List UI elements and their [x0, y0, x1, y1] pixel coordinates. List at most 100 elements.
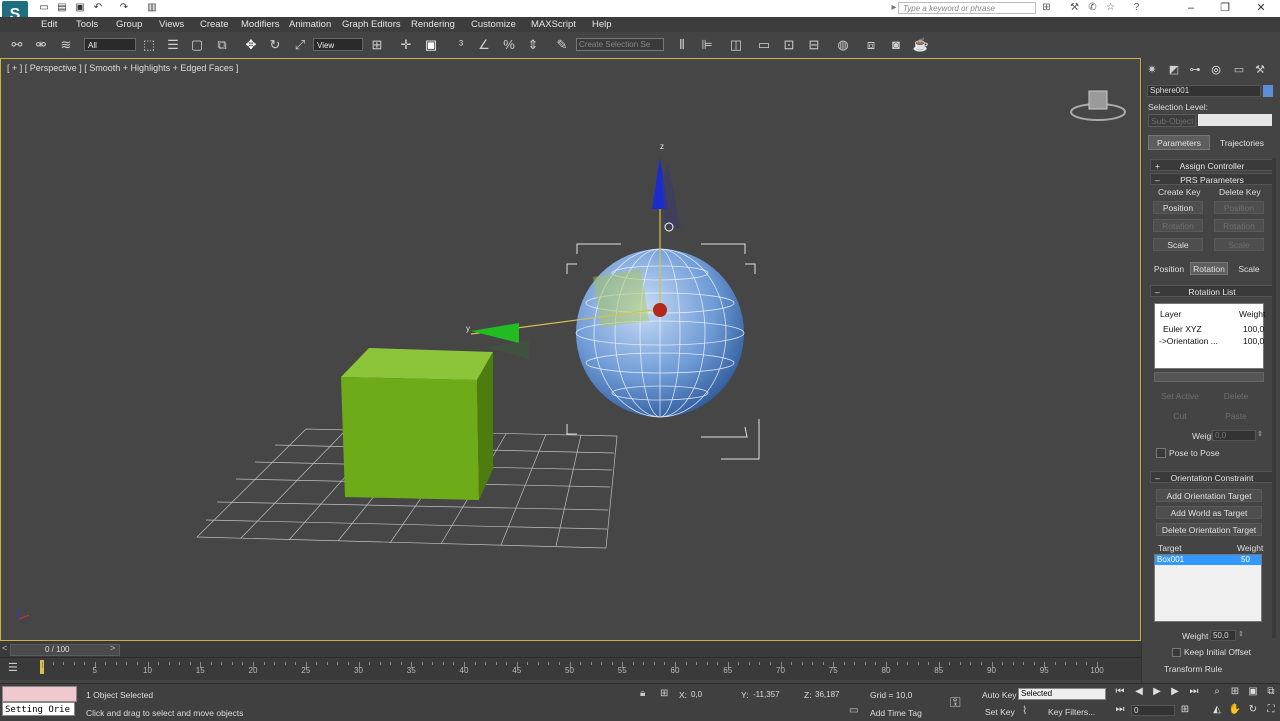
delete-scale-key-button[interactable]: Scale	[1214, 238, 1264, 251]
unlink-icon[interactable]: ⚮	[32, 36, 50, 54]
undo-icon[interactable]: ↶	[92, 2, 104, 14]
maxscript-listener-top[interactable]	[2, 686, 77, 702]
select-and-rotate-icon[interactable]: ↻	[266, 36, 284, 54]
weight-spinner[interactable]: 0,0	[1212, 430, 1256, 441]
keep-initial-offset-checkbox[interactable]	[1172, 648, 1181, 657]
modify-tab-icon[interactable]: ◩	[1166, 63, 1182, 77]
auto-key-button[interactable]: Auto Key	[982, 690, 1017, 700]
time-slider-bar[interactable]: < 0 / 100 >	[0, 641, 1141, 657]
prs-parameters-rollout[interactable]: – PRS Parameters	[1150, 173, 1274, 185]
favorites-star-icon[interactable]: ☆	[1104, 2, 1117, 14]
menu-modifiers[interactable]: Modifiers	[241, 17, 280, 32]
goto-end-icon[interactable]: ⏭	[1187, 686, 1201, 698]
menu-help[interactable]: Help	[592, 17, 612, 32]
zoom-all-icon[interactable]: ⊞	[1228, 686, 1242, 698]
angle-snap-icon[interactable]: ∠	[475, 36, 493, 54]
project-folder-icon[interactable]: ▥	[146, 2, 158, 14]
select-and-move-icon[interactable]: ✥	[242, 36, 260, 54]
zoom-extents-all-icon[interactable]: ⧉	[1264, 686, 1278, 698]
sub-object-track[interactable]	[1198, 114, 1272, 126]
sub-object-button[interactable]: Sub-Object	[1148, 114, 1196, 127]
menu-customize[interactable]: Customize	[471, 17, 516, 32]
prs-tab-rotation[interactable]: Rotation	[1190, 262, 1228, 275]
prs-tab-scale[interactable]: Scale	[1230, 262, 1268, 275]
list-item[interactable]: ->Orientation ...	[1159, 336, 1218, 346]
orientation-constraint-rollout[interactable]: – Orientation Constraint	[1150, 471, 1274, 483]
object-color-swatch[interactable]	[1263, 85, 1273, 97]
play-icon[interactable]: ▶	[1150, 686, 1164, 698]
delete-layer-button[interactable]: Delete	[1210, 389, 1262, 402]
render-setup-icon[interactable]: ⧈	[862, 36, 880, 54]
selection-lock-icon[interactable]: 🔒︎	[640, 688, 645, 699]
time-slider-next-icon[interactable]: >	[110, 643, 115, 653]
paste-button[interactable]: Paste	[1210, 409, 1262, 422]
create-scale-key-button[interactable]: Scale	[1153, 238, 1203, 251]
select-manipulate-icon[interactable]: ✛	[397, 36, 415, 54]
add-orientation-target-button[interactable]: Add Orientation Target	[1156, 489, 1262, 502]
target-list-box[interactable]: Box001 50	[1154, 554, 1262, 622]
rendered-frame-window-icon[interactable]: ◙	[887, 36, 905, 54]
help-icon[interactable]: ?	[1130, 2, 1143, 14]
new-file-icon[interactable]: ▭	[38, 2, 50, 14]
next-frame-icon[interactable]: ▶	[1168, 686, 1182, 698]
maximize-viewport-icon[interactable]: ⛶	[1264, 704, 1278, 716]
weight-spinner-arrows-icon[interactable]: ⇕	[1257, 430, 1263, 441]
curve-editor-icon[interactable]: ⊡	[780, 36, 798, 54]
tab-trajectories[interactable]: Trajectories	[1212, 135, 1272, 150]
time-tag-icon[interactable]: ▭	[849, 705, 858, 716]
reference-coordinate-select[interactable]: View	[313, 38, 363, 51]
named-selection-set-select[interactable]: Create Selection Se	[576, 38, 664, 51]
mirror-icon[interactable]: ⫴	[673, 36, 691, 54]
spinner-snap-icon[interactable]: ⇕	[524, 36, 542, 54]
rotation-list-box[interactable]: Layer Weight Euler XYZ 100,0 ->Orientati…	[1154, 303, 1265, 369]
rotation-list-rollout[interactable]: – Rotation List	[1150, 285, 1274, 297]
key-mode-select[interactable]: Selected	[1018, 688, 1106, 700]
communication-center-icon[interactable]: ✆	[1086, 2, 1099, 14]
prs-tab-position[interactable]: Position	[1150, 262, 1188, 275]
create-rotation-key-button[interactable]: Rotation	[1153, 219, 1203, 232]
search-input[interactable]: Type a keyword or phrase	[898, 2, 1036, 14]
menu-rendering[interactable]: Rendering	[411, 17, 455, 32]
target-weight-spinner[interactable]: 50,0	[1210, 630, 1236, 641]
restore-window-icon[interactable]: ❐	[1210, 1, 1240, 15]
delete-rotation-key-button[interactable]: Rotation	[1214, 219, 1264, 232]
align-icon[interactable]: ⊫	[698, 36, 716, 54]
perspective-viewport[interactable]: [ + ] [ Perspective ] [ Smooth + Highlig…	[0, 58, 1141, 641]
render-production-icon[interactable]: ☕	[912, 36, 930, 54]
delete-position-key-button[interactable]: Position	[1214, 201, 1264, 214]
key-mode-toggle-icon[interactable]: ⏭	[1113, 704, 1127, 716]
key-icon[interactable]: ⚿	[950, 694, 961, 711]
snaps-toggle-icon[interactable]: ³	[452, 36, 470, 54]
list-scrollbar[interactable]	[1154, 372, 1264, 382]
menu-graph-editors[interactable]: Graph Editors	[342, 17, 401, 32]
select-and-scale-icon[interactable]: ⤢	[291, 36, 309, 54]
set-key-icon[interactable]: ⌇	[1022, 704, 1027, 717]
menu-group[interactable]: Group	[116, 17, 142, 32]
material-editor-icon[interactable]: ◍	[834, 36, 852, 54]
menu-views[interactable]: Views	[159, 17, 184, 32]
redo-icon[interactable]: ↷	[118, 2, 130, 14]
key-filters-button[interactable]: Key Filters...	[1048, 707, 1095, 717]
rectangular-selection-icon[interactable]: ▢	[188, 36, 206, 54]
utilities-tab-icon[interactable]: ⚒	[1252, 63, 1268, 77]
select-by-name-icon[interactable]: ☰	[164, 36, 182, 54]
create-position-key-button[interactable]: Position	[1153, 201, 1203, 214]
table-row[interactable]: Box001 50	[1155, 555, 1261, 565]
display-tab-icon[interactable]: ▭	[1231, 63, 1247, 77]
set-active-button[interactable]: Set Active	[1154, 389, 1206, 402]
object-name-field[interactable]: Sphere001	[1147, 85, 1261, 97]
menu-tools[interactable]: Tools	[76, 17, 98, 32]
z-coordinate-field[interactable]: 36,187	[812, 689, 856, 700]
orbit-icon[interactable]: ↻	[1246, 704, 1260, 716]
time-configuration-icon[interactable]: ⊞	[1178, 704, 1192, 716]
y-coordinate-field[interactable]: -11,357	[750, 689, 794, 700]
goto-start-icon[interactable]: ⏮	[1113, 686, 1127, 698]
menu-animation[interactable]: Animation	[289, 17, 331, 32]
current-frame-field[interactable]: 0	[1131, 705, 1175, 716]
add-world-as-target-button[interactable]: Add World as Target	[1156, 506, 1262, 519]
add-time-tag-button[interactable]: Add Time Tag	[870, 708, 922, 718]
zoom-icon[interactable]: ⌕	[1210, 686, 1224, 698]
motion-tab-icon[interactable]: ◎	[1208, 63, 1224, 77]
previous-frame-icon[interactable]: ◀	[1132, 686, 1146, 698]
tab-parameters[interactable]: Parameters	[1148, 135, 1210, 150]
